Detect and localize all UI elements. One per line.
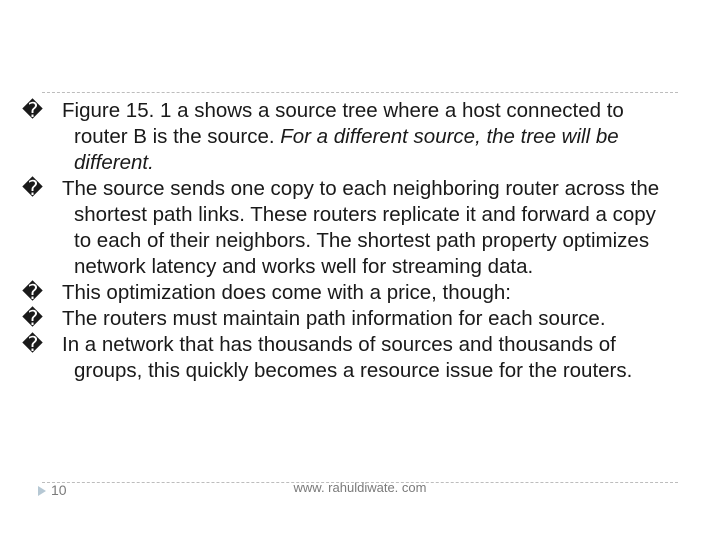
bullet-square-icon: �: [48, 332, 62, 358]
footer-url: www. rahuldiwate. com: [0, 480, 720, 495]
bullet-square-icon: �: [48, 306, 62, 332]
bullet-text: The routers must maintain path informati…: [62, 307, 606, 330]
bullet-item: �In a network that has thousands of sour…: [48, 332, 672, 384]
bullet-text: The source sends one copy to each neighb…: [62, 177, 659, 278]
bullet-text: This optimization does come with a price…: [62, 281, 511, 304]
bullet-text: In a network that has thousands of sourc…: [62, 333, 632, 382]
bullet-square-icon: �: [48, 98, 62, 124]
bullet-square-icon: �: [48, 280, 62, 306]
bullet-item: �Figure 15. 1 a shows a source tree wher…: [48, 98, 672, 176]
bullet-square-icon: �: [48, 176, 62, 202]
slide-body: �Figure 15. 1 a shows a source tree wher…: [48, 98, 672, 510]
slide: �Figure 15. 1 a shows a source tree wher…: [0, 0, 720, 540]
bullet-item: �The source sends one copy to each neigh…: [48, 176, 672, 280]
bullet-item: �This optimization does come with a pric…: [48, 280, 672, 306]
bullet-item: �The routers must maintain path informat…: [48, 306, 672, 332]
divider-top: [42, 92, 678, 93]
